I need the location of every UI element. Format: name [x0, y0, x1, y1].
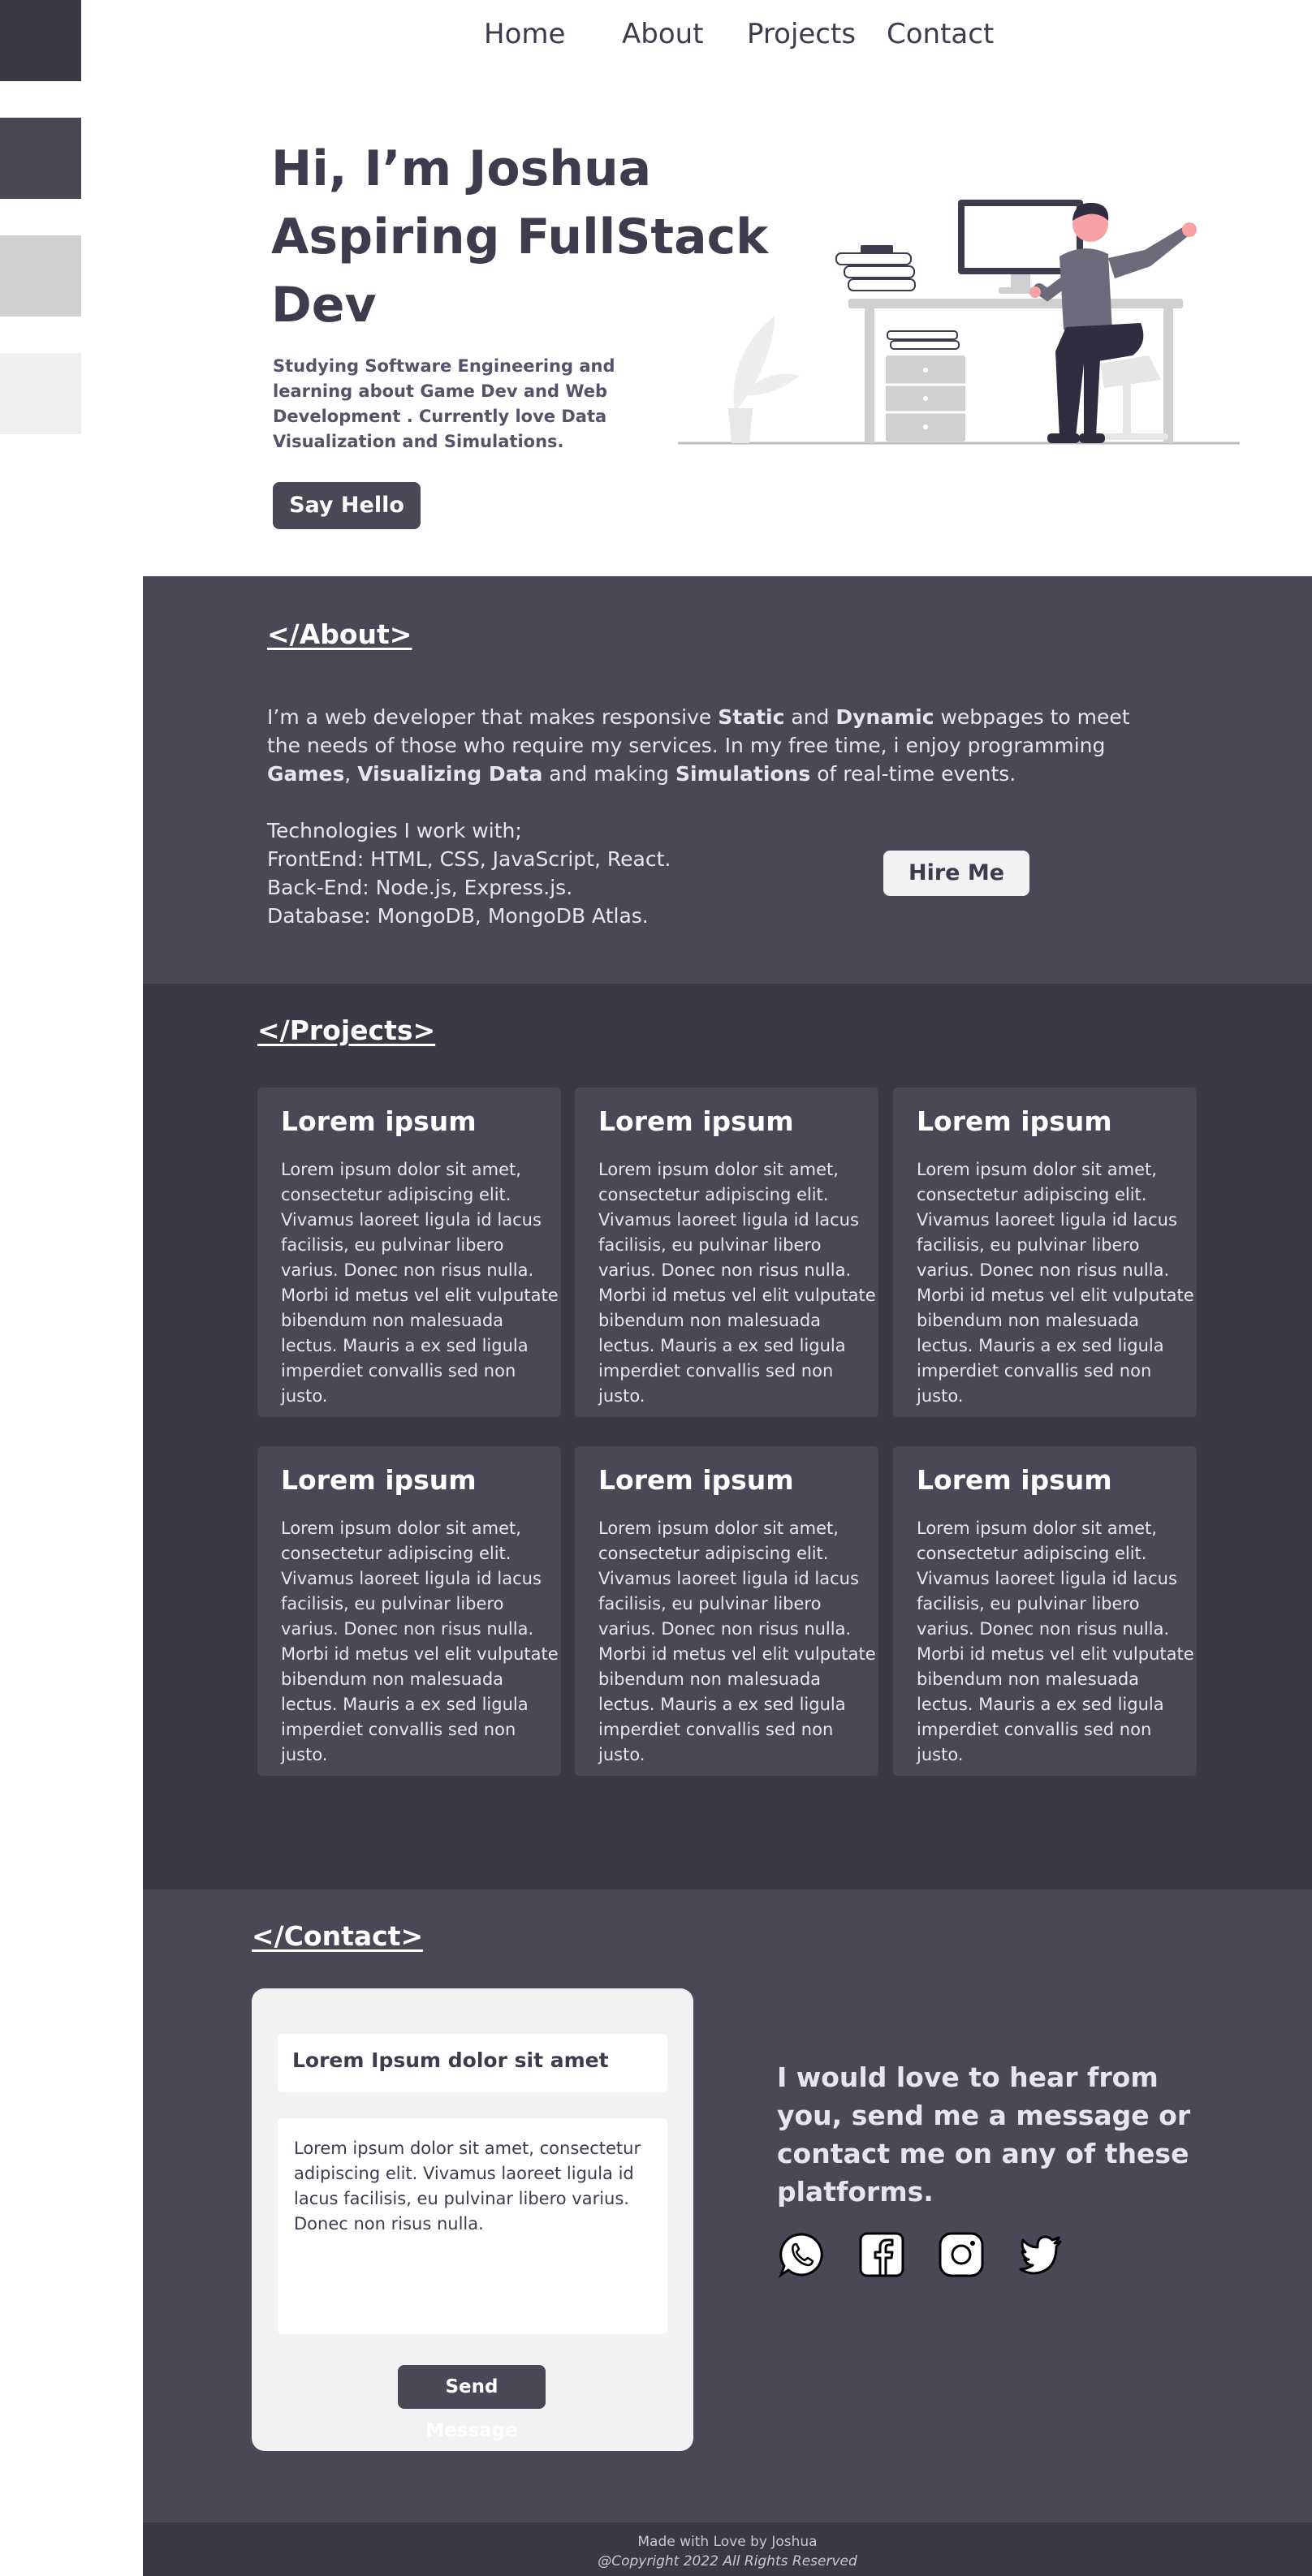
contact-prompt: I would love to hear from you, send me a…	[777, 2061, 1191, 2208]
footer: Made with Love by Joshua @Copyright 2022…	[143, 2522, 1312, 2576]
hero-title-line: Aspiring FullStack	[271, 209, 769, 265]
project-card-title: Lorem ipsum	[598, 1105, 794, 1137]
project-card-body: Lorem ipsum dolor sit amet, consectetur …	[917, 1160, 1194, 1406]
about-intro-bold: Visualizing Data	[357, 762, 543, 786]
contact-section: </Contact> Lorem Ipsum dolor sit amet Lo…	[143, 1889, 1312, 2522]
project-card-body: Lorem ipsum dolor sit amet, consectetur …	[598, 1160, 876, 1406]
hero-subtitle: Studying Software Engineering and learni…	[273, 356, 615, 451]
tech-line: Technologies I work with;	[267, 819, 522, 842]
about-intro-bold: Simulations	[675, 762, 811, 786]
contact-heading: </Contact>	[252, 1920, 424, 1952]
project-card-title: Lorem ipsum	[598, 1464, 794, 1496]
person-at-desk-illustration	[678, 200, 1240, 445]
project-card-title: Lorem ipsum	[917, 1105, 1112, 1137]
about-intro-part: and	[784, 705, 836, 729]
project-card[interactable]: Lorem ipsum Lorem ipsum dolor sit amet, …	[575, 1088, 878, 1417]
contact-form: Lorem Ipsum dolor sit amet Lorem ipsum d…	[252, 1988, 693, 2451]
project-card-title: Lorem ipsum	[281, 1105, 477, 1137]
say-hello-button[interactable]: Say Hello	[273, 482, 421, 529]
subject-input[interactable]: Lorem Ipsum dolor sit amet	[278, 2034, 667, 2092]
project-card[interactable]: Lorem ipsum Lorem ipsum dolor sit amet, …	[575, 1446, 878, 1776]
project-card[interactable]: Lorem ipsum Lorem ipsum dolor sit amet, …	[257, 1088, 561, 1417]
nav-projects[interactable]: Projects	[747, 18, 856, 50]
about-intro-part: I’m a web developer that makes responsiv…	[267, 705, 719, 729]
about-intro-bold: Static	[718, 705, 785, 729]
palette-swatch-3	[0, 235, 81, 317]
nav-home[interactable]: Home	[484, 18, 565, 50]
project-card-body: Lorem ipsum dolor sit amet, consectetur …	[281, 1518, 559, 1764]
facebook-icon[interactable]	[857, 2230, 906, 2279]
tech-line: Back-End: Node.js, Express.js.	[267, 876, 573, 899]
about-technologies: Technologies I work with; FrontEnd: HTML…	[267, 816, 722, 930]
about-intro-bold: Dynamic	[835, 705, 934, 729]
tech-line: Database: MongoDB, MongoDB Atlas.	[267, 904, 649, 928]
palette-swatch-1	[0, 0, 81, 81]
project-card-body: Lorem ipsum dolor sit amet, consectetur …	[281, 1160, 559, 1406]
send-message-button[interactable]: Send Message	[398, 2365, 546, 2441]
palette-swatch-4	[0, 353, 81, 434]
about-intro-part: ,	[344, 762, 358, 786]
message-textarea[interactable]: Lorem ipsum dolor sit amet, consectetur …	[278, 2118, 667, 2334]
project-card[interactable]: Lorem ipsum Lorem ipsum dolor sit amet, …	[893, 1088, 1197, 1417]
whatsapp-icon[interactable]	[777, 2230, 826, 2279]
palette-swatch-2	[0, 118, 81, 199]
tech-line: FrontEnd: HTML, CSS, JavaScript, React.	[267, 847, 671, 871]
project-card-title: Lorem ipsum	[281, 1464, 477, 1496]
footer-made-with: Made with Love by Joshua	[637, 2534, 818, 2550]
about-intro-bold: Games	[267, 762, 345, 786]
nav-contact[interactable]: Contact	[887, 18, 994, 50]
about-intro: I’m a web developer that makes responsiv…	[267, 703, 1160, 788]
projects-heading: </Projects>	[257, 1014, 436, 1046]
project-card-title: Lorem ipsum	[917, 1464, 1112, 1496]
nav-about[interactable]: About	[622, 18, 704, 50]
footer-copyright: @Copyright 2022 All Rights Reserved	[598, 2553, 857, 2570]
twitter-icon[interactable]	[1016, 2230, 1065, 2279]
hero-title-line: Hi, I’m Joshua	[271, 140, 652, 197]
project-card-body: Lorem ipsum dolor sit amet, consectetur …	[598, 1518, 876, 1764]
project-card[interactable]: Lorem ipsum Lorem ipsum dolor sit amet, …	[893, 1446, 1197, 1776]
about-heading: </About>	[267, 618, 412, 650]
about-intro-part: and making	[542, 762, 675, 786]
project-card-body: Lorem ipsum dolor sit amet, consectetur …	[917, 1518, 1194, 1764]
projects-section: </Projects> Lorem ipsum Lorem ipsum dolo…	[143, 984, 1312, 1889]
instagram-icon[interactable]	[937, 2230, 986, 2279]
hero-title-line: Dev	[271, 277, 377, 334]
about-section: </About> I’m a web developer that makes …	[143, 576, 1312, 984]
hero-title: Hi, I’m Joshua Aspiring FullStack Dev	[271, 135, 769, 339]
project-card[interactable]: Lorem ipsum Lorem ipsum dolor sit amet, …	[257, 1446, 561, 1776]
about-intro-part: of real-time events.	[810, 762, 1016, 786]
hire-me-button[interactable]: Hire Me	[883, 851, 1029, 896]
